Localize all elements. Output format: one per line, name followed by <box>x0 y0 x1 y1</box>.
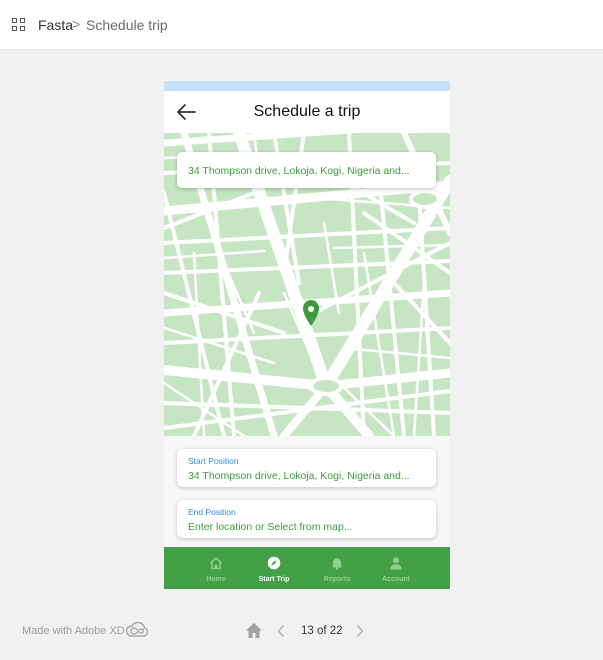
end-position-placeholder: Enter location or Select from map... <box>188 521 353 533</box>
bottom-nav: Home Start Trip Reports Account <box>164 547 450 589</box>
screen-title: Schedule a trip <box>253 103 361 120</box>
breadcrumb-separator: > <box>72 16 81 32</box>
nav-item-reports[interactable]: Reports <box>309 547 365 589</box>
top-bar: Fasta > Schedule trip <box>0 0 603 50</box>
person-icon <box>390 557 402 570</box>
nav-label-start-trip: Start Trip <box>258 576 290 583</box>
bell-icon <box>332 558 342 570</box>
phone-artboard: Schedule a trip 34 Thompson drive, Lokoj… <box>164 81 450 589</box>
start-position-value: 34 Thompson drive, Lokoja, Kogi, Nigeria… <box>188 470 410 482</box>
end-position-field[interactable]: End Position Enter location or Select fr… <box>177 500 436 538</box>
nav-item-account[interactable]: Account <box>368 547 424 589</box>
creative-cloud-icon <box>125 621 149 637</box>
start-position-field[interactable]: Start Position 34 Thompson drive, Lokoja… <box>177 449 436 487</box>
search-value: 34 Thompson drive, Lokoja, Kogi, Nigeria… <box>188 165 410 177</box>
location-pin-icon[interactable] <box>302 299 320 327</box>
made-with-label: Made with Adobe XD <box>22 625 125 637</box>
breadcrumb-root[interactable]: Fasta <box>38 17 73 33</box>
status-bar <box>164 81 450 91</box>
chevron-right-icon[interactable] <box>355 624 365 638</box>
grid-icon[interactable] <box>12 18 27 33</box>
home-icon <box>210 557 222 570</box>
destination-search-card[interactable]: 34 Thompson drive, Lokoja, Kogi, Nigeria… <box>177 152 436 188</box>
nav-label-home: Home <box>206 576 226 583</box>
home-icon[interactable] <box>245 622 263 639</box>
breadcrumb-current: Schedule trip <box>86 17 168 33</box>
chevron-left-icon[interactable] <box>276 624 286 638</box>
end-position-label: End Position <box>188 507 236 517</box>
nav-label-account: Account <box>382 576 410 583</box>
nav-label-reports: Reports <box>323 576 351 583</box>
nav-item-home[interactable]: Home <box>188 547 244 589</box>
start-position-label: Start Position <box>188 456 239 466</box>
screen-header: Schedule a trip <box>164 91 450 133</box>
page-indicator: 13 of 22 <box>301 625 343 637</box>
nav-item-start-trip[interactable]: Start Trip <box>246 547 302 589</box>
compass-icon <box>267 556 281 570</box>
